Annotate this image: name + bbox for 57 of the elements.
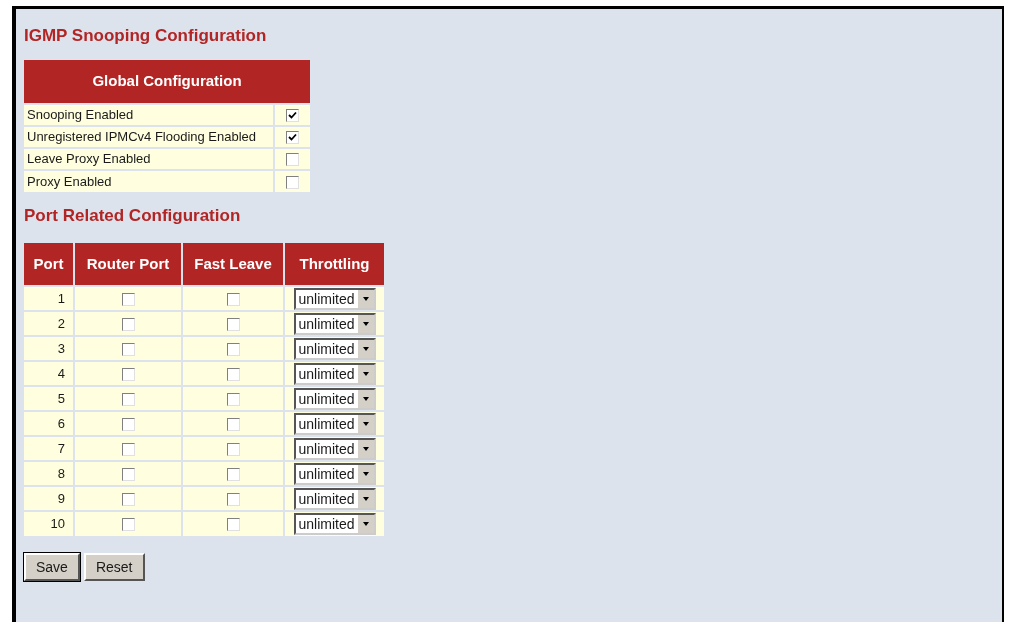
checkbox[interactable] [286,109,299,123]
column-header: Router Port [74,243,182,286]
checkbox[interactable] [226,518,240,532]
checkbox[interactable] [121,392,135,406]
throttling-select[interactable]: unlimited [293,437,376,460]
checkbox[interactable] [226,317,240,331]
port-number: 10 [24,511,74,536]
checkbox[interactable] [121,467,135,481]
checkbox[interactable] [121,417,135,431]
port-number: 1 [24,286,74,311]
port-number: 4 [24,361,74,386]
setting-label: Snooping Enabled [24,104,274,126]
checkbox[interactable] [226,392,240,406]
throttling-select[interactable]: unlimited [293,362,376,385]
throttling-select[interactable]: unlimited [293,312,376,335]
setting-label: Unregistered IPMCv4 Flooding Enabled [24,126,274,148]
checkbox[interactable] [286,175,299,189]
checkbox[interactable] [121,518,135,532]
setting-label: Leave Proxy Enabled [24,148,274,170]
port-number: 5 [24,386,74,411]
checkbox[interactable] [286,153,299,167]
checkbox[interactable] [121,492,135,506]
save-button[interactable]: Save [24,553,80,581]
table-header: Global Configuration [24,60,310,104]
checkbox[interactable] [226,342,240,356]
column-header: Fast Leave [182,243,284,286]
column-header: Throttling [284,243,384,286]
checkbox[interactable] [286,131,299,145]
port-number: 9 [24,486,74,511]
throttling-select[interactable]: unlimited [293,487,376,510]
checkbox[interactable] [226,492,240,506]
checkbox[interactable] [121,292,135,306]
checkbox[interactable] [121,367,135,381]
port-number: 8 [24,461,74,486]
throttling-select[interactable]: unlimited [293,287,376,310]
checkbox[interactable] [226,367,240,381]
column-header: Port [24,243,74,286]
port-number: 2 [24,311,74,336]
section-title: Port Related Configuration [24,205,242,227]
port-number: 3 [24,336,74,361]
checkbox[interactable] [121,442,135,456]
setting-label: Proxy Enabled [24,170,274,192]
checkbox[interactable] [121,317,135,331]
throttling-select[interactable]: unlimited [293,337,376,360]
port-number: 6 [24,411,74,436]
throttling-select[interactable]: unlimited [293,462,376,485]
page-title: IGMP Snooping Configuration [24,25,268,47]
checkbox[interactable] [226,442,240,456]
checkbox[interactable] [226,292,240,306]
checkbox[interactable] [121,342,135,356]
throttling-select[interactable]: unlimited [293,412,376,435]
throttling-select[interactable]: unlimited [293,387,376,410]
throttling-select[interactable]: unlimited [293,513,376,535]
reset-button[interactable]: Reset [83,553,145,581]
checkbox[interactable] [226,417,240,431]
checkbox[interactable] [226,467,240,481]
port-number: 7 [24,436,74,461]
